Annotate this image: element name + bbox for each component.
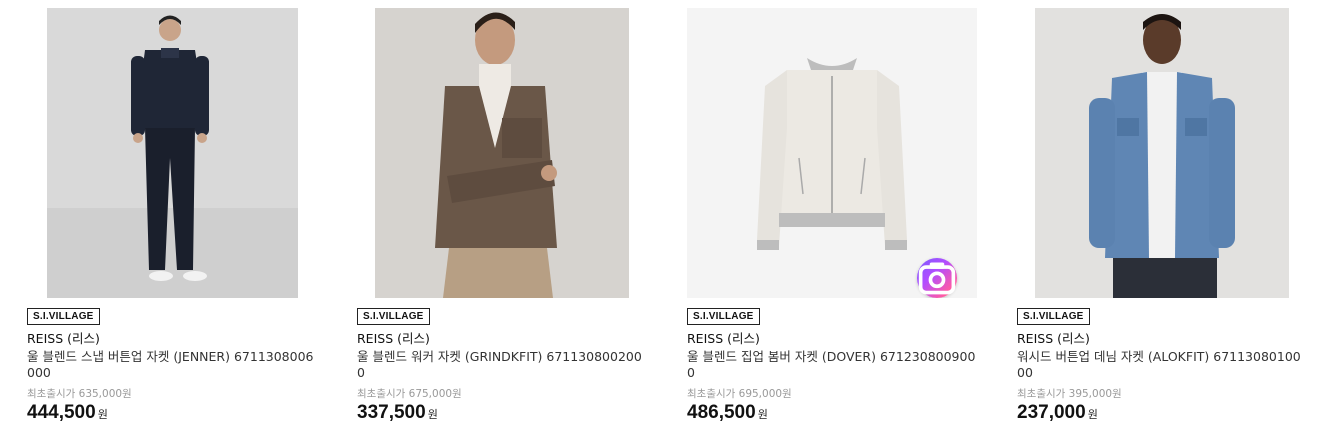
sale-price: 444,500 bbox=[27, 402, 96, 423]
product-card[interactable]: S.I.VILLAGE REISS (리스) 울 블렌드 집업 봄버 자켓 (D… bbox=[687, 8, 977, 424]
price-row: 337,500 원 bbox=[357, 402, 647, 424]
original-price: 최초출시가 395,000원 bbox=[1017, 388, 1122, 400]
product-card[interactable]: S.I.VILLAGE REISS (리스) 울 블렌드 워커 자켓 (GRIN… bbox=[357, 8, 647, 424]
currency-unit: 원 bbox=[97, 408, 108, 421]
mall-tag: S.I.VILLAGE bbox=[27, 308, 100, 325]
product-name[interactable]: 울 블렌드 워커 자켓 (GRINDKFIT) 6711308002000 bbox=[357, 349, 647, 381]
product-image bbox=[357, 8, 647, 298]
mall-tag: S.I.VILLAGE bbox=[1017, 308, 1090, 325]
sale-price: 486,500 bbox=[687, 402, 756, 423]
mall-tag: S.I.VILLAGE bbox=[687, 308, 760, 325]
product-card[interactable]: S.I.VILLAGE REISS (리스) 워시드 버튼업 데님 자켓 (AL… bbox=[1017, 8, 1307, 424]
product-name[interactable]: 울 블렌드 집업 봄버 자켓 (DOVER) 6712308009000 bbox=[687, 349, 977, 381]
original-price: 최초출시가 635,000원 bbox=[27, 388, 132, 400]
mall-tag: S.I.VILLAGE bbox=[357, 308, 430, 325]
product-grid: S.I.VILLAGE REISS (리스) 울 블렌드 스냅 버튼업 자켓 (… bbox=[0, 0, 1327, 448]
camera-search-icon[interactable] bbox=[917, 258, 957, 298]
product-image bbox=[1017, 8, 1307, 298]
product-name[interactable]: 워시드 버튼업 데님 자켓 (ALOKFIT) 6711308010000 bbox=[1017, 349, 1307, 381]
product-card[interactable]: S.I.VILLAGE REISS (리스) 울 블렌드 스냅 버튼업 자켓 (… bbox=[27, 8, 317, 424]
price-row: 444,500 원 bbox=[27, 402, 317, 424]
sale-price: 337,500 bbox=[357, 402, 426, 423]
product-image bbox=[27, 8, 317, 298]
original-price: 최초출시가 695,000원 bbox=[687, 388, 792, 400]
currency-unit: 원 bbox=[427, 408, 438, 421]
man-navy-jacket-photo[interactable] bbox=[27, 8, 317, 298]
camera-glyph bbox=[918, 262, 956, 295]
brand-name[interactable]: REISS (리스) bbox=[1017, 331, 1307, 347]
man-brown-jacket-photo[interactable] bbox=[357, 8, 647, 298]
currency-unit: 원 bbox=[1087, 408, 1098, 421]
price-row: 486,500 원 bbox=[687, 402, 977, 424]
brand-name[interactable]: REISS (리스) bbox=[357, 331, 647, 347]
white-bomber-jacket-photo[interactable] bbox=[687, 8, 977, 298]
sale-price: 237,000 bbox=[1017, 402, 1086, 423]
currency-unit: 원 bbox=[757, 408, 768, 421]
brand-name[interactable]: REISS (리스) bbox=[27, 331, 317, 347]
original-price: 최초출시가 675,000원 bbox=[357, 388, 462, 400]
product-name[interactable]: 울 블렌드 스냅 버튼업 자켓 (JENNER) 6711308006000 bbox=[27, 349, 317, 381]
brand-name[interactable]: REISS (리스) bbox=[687, 331, 977, 347]
man-denim-jacket-photo[interactable] bbox=[1017, 8, 1307, 298]
price-row: 237,000 원 bbox=[1017, 402, 1307, 424]
